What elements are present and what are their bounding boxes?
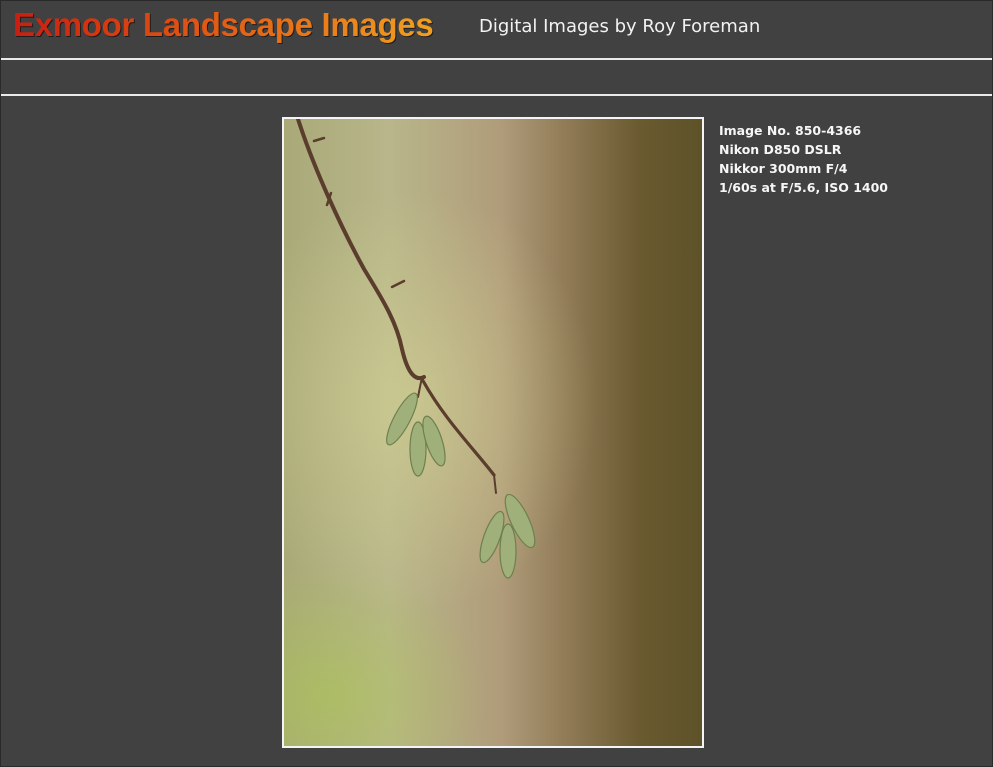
catkin-5 (499, 523, 517, 579)
site-header: Exmoor Landscape Images Digital Images b… (0, 0, 993, 58)
lens-info: Nikkor 300mm F/4 (719, 161, 848, 176)
image-number: Image No. 850-4366 (719, 123, 862, 138)
twig-main (296, 119, 426, 381)
twig-bud-1 (312, 136, 326, 143)
site-title[interactable]: Exmoor Landscape Images (13, 6, 434, 44)
photo (282, 117, 704, 748)
catkin-stalk-2 (493, 474, 497, 494)
site-subtitle: Digital Images by Roy Foreman (479, 16, 761, 37)
twig-bud-3 (390, 279, 406, 289)
nav-bar (1, 60, 992, 94)
exposure-info: 1/60s at F/5.6, ISO 1400 (719, 180, 888, 195)
camera-model: Nikon D850 DSLR (719, 142, 842, 157)
image-info: Image No. 850-4366 Nikon D850 DSLR Nikko… (719, 121, 888, 197)
catkin-illustration (296, 119, 536, 579)
nav-divider (1, 94, 992, 96)
